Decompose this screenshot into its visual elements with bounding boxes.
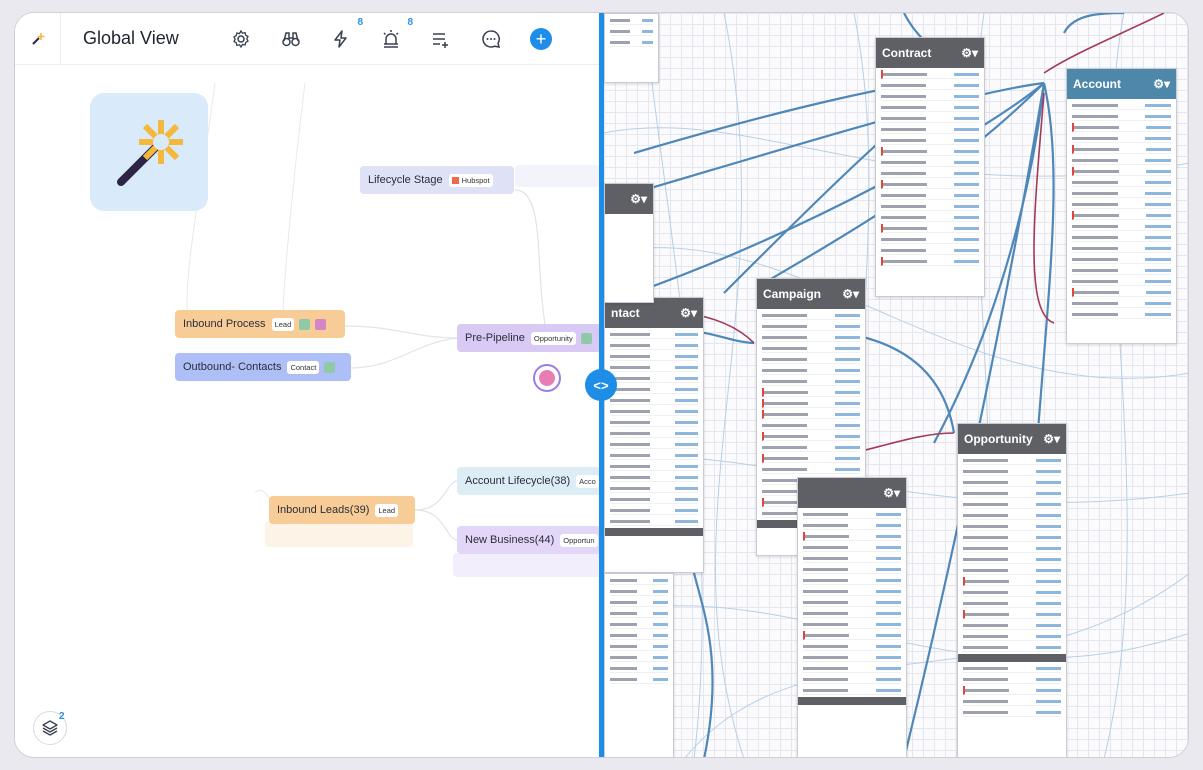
object-tag: Acco [576,474,599,488]
entity-header: ⚙▾ [605,184,653,214]
object-tag: Lead [271,317,295,331]
automation-zap-icon[interactable]: 8 [329,17,363,51]
node-inbound-process[interactable]: Inbound Process Lead [175,310,345,338]
entity-header: Opportunity ⚙▾ [958,424,1066,454]
node-outbound-contacts[interactable]: Outbound- Contacts Contact [175,353,351,381]
node-lifecycle-stage[interactable]: Lifecycle Stage Hubspot [360,166,514,194]
ghost-node [265,521,413,547]
entity-partial[interactable] [604,13,659,83]
node-label: Inbound Leads(39) [277,504,370,516]
layers-count-badge: 2 [59,711,65,722]
entity-header: Contract ⚙▾ [876,38,984,68]
alert-siren-icon[interactable]: 8 [379,17,413,51]
node-pre-pipeline[interactable]: Pre-Pipeline Opportunity [457,324,601,352]
alert-count-badge: 8 [407,16,413,28]
magic-wand-card[interactable] [90,93,208,211]
node-label: New Business(44) [465,534,555,546]
chat-bubble-icon[interactable] [479,27,503,51]
schema-graph-panel[interactable]: Contract ⚙▾ Account ⚙▾ Campaign ⚙▾ ⚙▾ Op… [604,13,1188,757]
gear-icon: ⚙▾ [883,486,900,500]
magic-wand-large-icon [117,120,183,186]
node-label: Pre-Pipeline [465,332,525,344]
sheet-icon [580,332,592,344]
gear-icon: ⚙▾ [630,192,647,206]
entity-contact[interactable]: ntact ⚙▾ [604,297,704,573]
object-tag: Contact [287,360,320,374]
entity-partial[interactable] [604,573,674,757]
add-button[interactable]: + [529,27,553,51]
split-handle-button[interactable]: <> [585,369,617,401]
object-tag: Opportun [560,533,598,547]
entity-header: Account ⚙▾ [1067,69,1176,99]
object-tag: Opportunity [530,331,576,345]
global-view-panel[interactable]: Global View 8 8 + Lifecycle Stage Hubspo… [15,13,601,757]
binoculars-icon[interactable] [279,27,303,51]
entity-opportunity[interactable]: Opportunity ⚙▾ [957,423,1067,757]
node-label: Lifecycle Stage [368,174,443,186]
plus-icon: + [530,27,552,50]
gear-icon: ⚙▾ [1043,432,1060,446]
entity-account[interactable]: Account ⚙▾ [1066,68,1177,344]
page-title: Global View [83,28,179,48]
top-toolbar: Global View 8 8 + [15,13,601,65]
node-label: Inbound Process [183,318,266,330]
node-inbound-leads[interactable]: Inbound Leads(39) Lead [269,496,415,524]
hubspot-icon [451,177,459,185]
gear-icon: ⚙▾ [680,306,697,320]
add-list-icon[interactable] [429,27,453,51]
node-new-business[interactable]: New Business(44) Opportun [457,526,601,554]
sheet-icon [299,318,311,330]
settings-gear-icon[interactable] [229,27,253,51]
entity-contract[interactable]: Contract ⚙▾ [875,37,985,297]
calendar-icon [315,318,327,330]
layers-icon [42,720,58,736]
entity-partial[interactable]: ⚙▾ [604,183,654,303]
node-account-lifecycle[interactable]: Account Lifecycle(38) Acco [457,467,601,495]
entity-header: ⚙▾ [798,478,906,508]
hubspot-tag: Hubspot [448,173,493,187]
ai-assistant-icon[interactable] [533,364,561,392]
node-label: Account Lifecycle(38) [465,475,571,487]
gear-icon: ⚙▾ [961,46,978,60]
entity-header: Campaign ⚙▾ [757,279,865,309]
gear-icon: ⚙▾ [1153,77,1170,91]
zap-count-badge: 8 [357,16,363,28]
sheet-icon [324,361,336,373]
app-frame: Global View 8 8 + Lifecycle Stage Hubspo… [14,12,1189,758]
magic-wand-icon[interactable] [15,13,61,65]
node-label: Outbound- Contacts [183,361,282,373]
gear-icon: ⚙▾ [842,287,859,301]
ghost-node [453,553,601,577]
ghost-node [515,165,600,187]
entity-lead[interactable]: ⚙▾ [797,477,907,757]
object-tag: Lead [375,503,399,517]
